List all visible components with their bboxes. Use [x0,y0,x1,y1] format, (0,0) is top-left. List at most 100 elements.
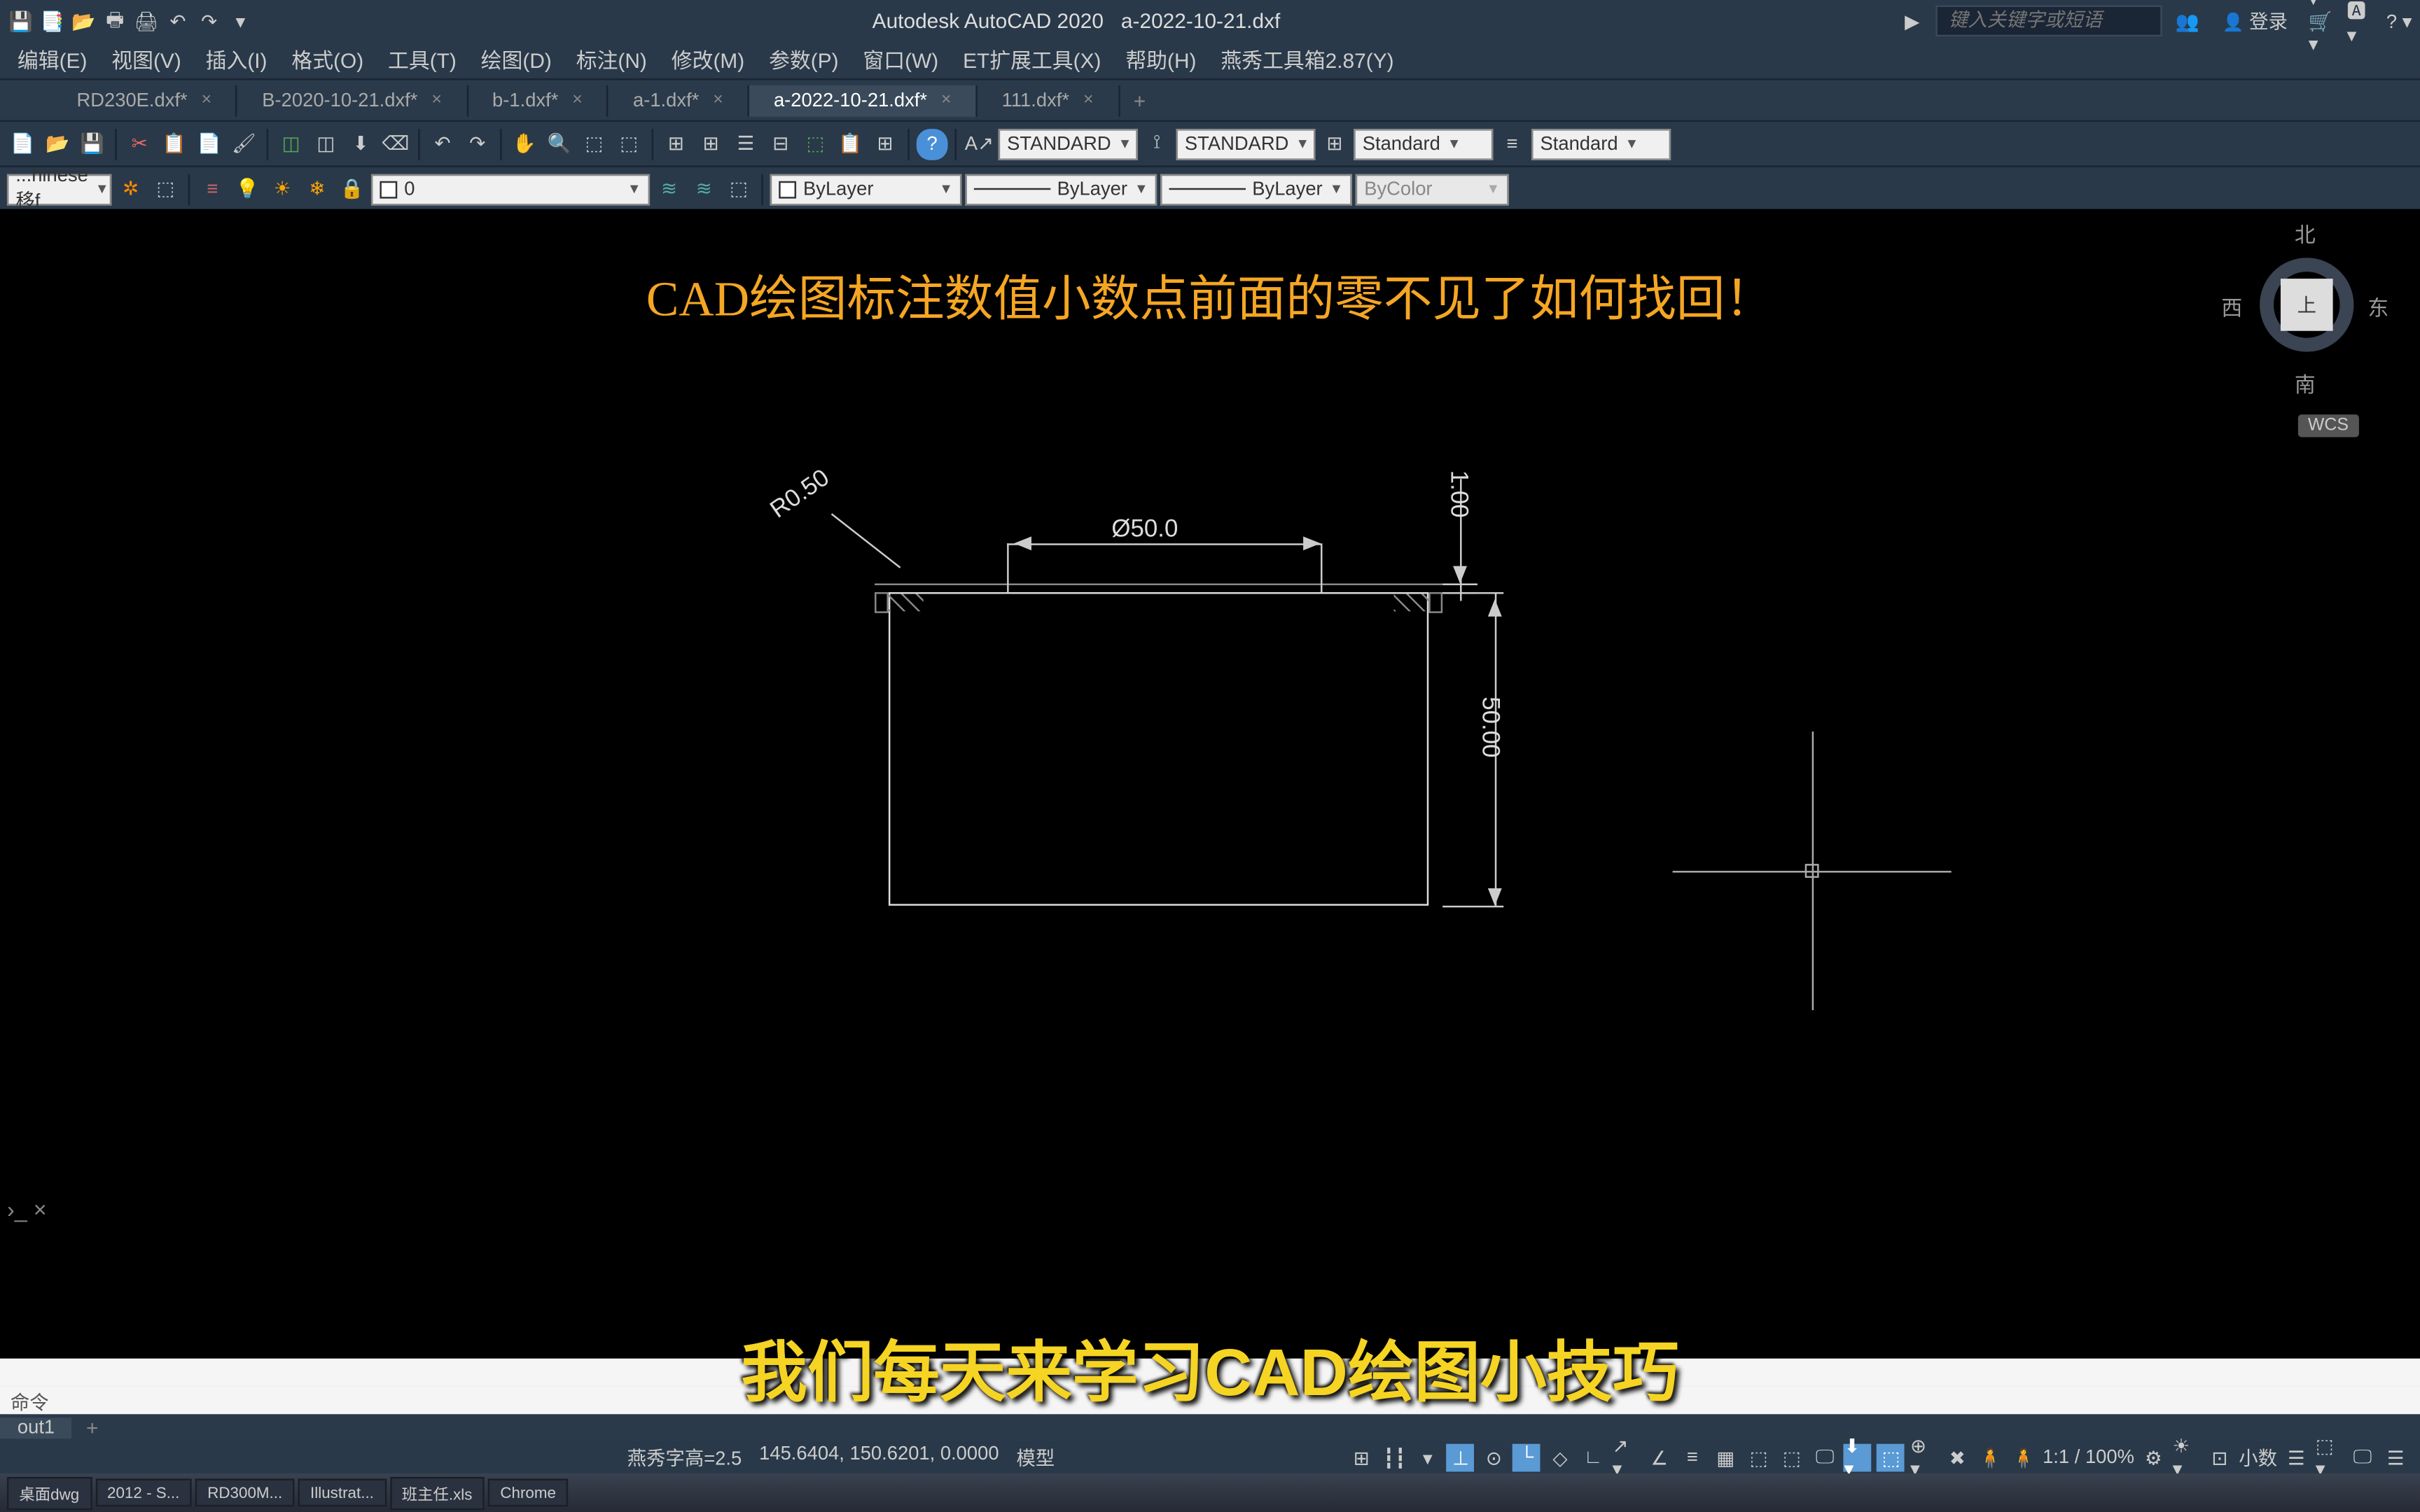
save2-icon[interactable]: 💾 [76,128,108,160]
menu-view[interactable]: 视图(V) [101,42,191,78]
menu-et[interactable]: ET扩展工具(X) [952,42,1111,78]
lineweight-dropdown[interactable]: ByLayer▼ [1160,174,1352,205]
task-item[interactable]: 2012 - S... [95,1478,192,1506]
dcenter-icon[interactable]: ⊟ [765,128,796,160]
osnap-icon[interactable]: └ [1513,1444,1541,1472]
cart-icon[interactable]: ▾ 🛒 ▾ [2309,7,2337,35]
help2-icon[interactable]: ? [917,128,948,160]
paste-icon[interactable]: 📄 [193,128,225,160]
redo-icon[interactable]: ↷ [195,7,223,35]
menu-yanxiu[interactable]: 燕秀工具箱2.87(Y) [1210,42,1404,78]
table2-icon[interactable]: ⊞ [695,128,727,160]
tab-file-4[interactable]: a-2022-10-21.dxf*× [749,85,978,116]
save-icon[interactable]: 💾 [7,7,35,35]
menu-edit[interactable]: 编辑(E) [7,42,97,78]
sm-icon[interactable]: 🖵 [1811,1444,1839,1472]
print-icon[interactable]: 🖨 [132,7,160,35]
ws2-icon[interactable]: ⬚ ▾ [2316,1444,2344,1472]
close-icon[interactable]: × [572,90,583,109]
layer-mgr-icon[interactable]: ✲ [115,174,146,205]
close-icon[interactable]: × [941,90,952,109]
layer-iso-icon[interactable]: ⬚ [723,174,755,205]
mon-icon[interactable]: 🖵 [2349,1444,2377,1472]
viewcube-top[interactable]: 上 [2281,279,2333,331]
close-icon[interactable]: × [1083,90,1094,109]
ws-icon[interactable]: ☰ [2282,1444,2310,1472]
close-icon[interactable]: × [713,90,723,109]
layer-thaw-icon[interactable]: ❄ [301,174,333,205]
task-item[interactable]: RD300M... [195,1478,295,1506]
tab-file-5[interactable]: 111.dxf*× [978,85,1120,116]
dyn-icon[interactable]: ↗ ▾ [1613,1444,1641,1472]
close-icon[interactable]: × [431,90,442,109]
3dosnap-icon[interactable]: ∟ [1579,1444,1607,1472]
match-icon[interactable]: 🖌 [228,128,260,160]
erase-icon[interactable]: ⌫ [380,128,411,160]
play-icon[interactable]: ▶ [1898,7,1926,35]
grid-icon[interactable]: ⊞ [1347,1444,1375,1472]
block-icon[interactable]: ◫ [275,128,307,160]
tab-file-3[interactable]: a-1.dxf*× [609,85,749,116]
menu-dimension[interactable]: 标注(N) [566,42,658,78]
otrack-icon[interactable]: ◇ [1546,1444,1574,1472]
ortho-icon[interactable]: ⊥ [1447,1444,1475,1472]
saveall-icon[interactable]: 📑 [39,7,67,35]
sheet-icon[interactable]: 📋 [835,128,866,160]
prop-icon[interactable]: ☰ [730,128,762,160]
tab-file-0[interactable]: RD230E.dxf*× [53,85,238,116]
menu-param[interactable]: 参数(P) [758,42,849,78]
signin-icon[interactable]: 👥 [2174,7,2202,35]
status-scale[interactable]: 1:1 / 100% [2043,1448,2134,1469]
task-item[interactable]: Chrome [488,1478,568,1506]
task-item[interactable]: 桌面dwg [7,1476,92,1509]
drawing-canvas[interactable]: CAD绘图标注数值小数点前面的零不见了如何找回！ R0.50 Ø50.0 1.0… [0,209,2420,1387]
undo-icon[interactable]: ↶ [164,7,192,35]
undo2-icon[interactable]: ↶ [427,128,459,160]
textstyle-icon[interactable]: A↗ [964,128,995,160]
gear-icon[interactable]: ⚙ [2139,1444,2167,1472]
table-icon[interactable]: ⊞ [660,128,692,160]
iso-icon[interactable]: ⊡ [2206,1444,2234,1472]
command-handle[interactable]: ›_ × [7,1196,47,1222]
copy-icon[interactable]: 📋 [158,128,190,160]
layout-add[interactable]: + [72,1416,112,1441]
plot-icon[interactable]: 🖶 [101,7,129,35]
menu-tools[interactable]: 工具(T) [377,42,467,78]
menu-draw[interactable]: 绘图(D) [471,42,562,78]
layer-props-icon[interactable]: ≡ [197,174,228,205]
zoomext-icon[interactable]: ⬚ [613,128,645,160]
search-input[interactable] [1937,5,2163,36]
nav-icon[interactable]: ✖ [1943,1444,1971,1472]
new-icon[interactable]: 📄 [7,128,39,160]
tab-file-2[interactable]: b-1.dxf*× [468,85,609,116]
layer-prev-icon[interactable]: ≋ [653,174,685,205]
zoom-icon[interactable]: 🔍 [543,128,575,160]
insert-icon[interactable]: ⬇ [345,128,377,160]
layer-dropdown[interactable]: 0▼ [371,174,650,205]
gear2-icon[interactable]: ☀ ▾ [2173,1444,2201,1472]
menu-format[interactable]: 格式(O) [281,42,374,78]
walk-icon[interactable]: 🧍 [1977,1444,2005,1472]
status-decimal[interactable]: 小数 [2239,1444,2277,1472]
dropdown-icon[interactable]: ▾ [226,7,254,35]
sc-icon[interactable]: ⬚ [1745,1444,1773,1472]
help-icon[interactable]: ? ▾ [2385,7,2413,35]
redo2-icon[interactable]: ↷ [461,128,493,160]
layer-lock-icon[interactable]: 🔒 [336,174,368,205]
layout-tab-1[interactable]: out1 [0,1418,72,1438]
cut-icon[interactable]: ✂ [124,128,155,160]
mlstyle-icon[interactable]: ≡ [1496,128,1528,160]
menu-modify[interactable]: 修改(M) [661,42,755,78]
table-style-dropdown[interactable]: Standard▼ [1354,128,1493,160]
tpy-icon[interactable]: ≡ [1678,1444,1706,1472]
layer-on-icon[interactable]: 💡 [232,174,263,205]
polar-icon[interactable]: ⊙ [1480,1444,1508,1472]
task-item[interactable]: Illustrat... [298,1478,387,1506]
tab-add[interactable]: + [1120,83,1160,118]
layer-freeze-icon[interactable]: ☀ [267,174,298,205]
dimstyle-icon[interactable]: ⟟ [1141,128,1173,160]
layer-tool-icon[interactable]: ⬚ [150,174,181,205]
zoomwin-icon[interactable]: ⬚ [578,128,610,160]
wcs-label[interactable]: WCS [2297,414,2359,437]
tpalette-icon[interactable]: ⬚ [800,128,831,160]
